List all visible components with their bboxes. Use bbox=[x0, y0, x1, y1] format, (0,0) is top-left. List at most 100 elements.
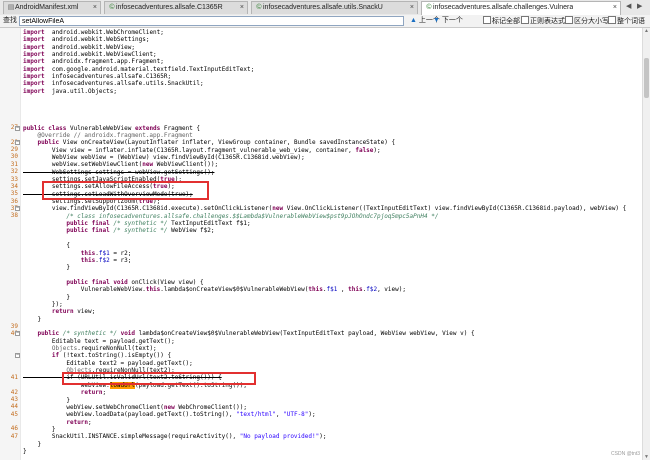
code-line: } bbox=[23, 264, 70, 271]
code-token: webView. bbox=[23, 381, 110, 389]
editor-tab[interactable]: ©infosecadventures.allsafe.C1365R × bbox=[104, 1, 248, 14]
code-token: SnackUtil.INSTANCE.simpleMessage(require… bbox=[23, 433, 240, 441]
line-number: 44 bbox=[10, 403, 18, 411]
tabs-scroll-left-icon[interactable]: ◀ bbox=[626, 2, 631, 10]
vertical-scrollbar[interactable]: ▲ ▼ bbox=[642, 28, 650, 460]
line-number: 41 bbox=[10, 373, 18, 381]
code-line: this.f$2 = r3; bbox=[23, 256, 132, 264]
code-token: .requireNonNull(text); bbox=[77, 345, 157, 353]
code-token: Objects bbox=[51, 345, 78, 353]
checkbox-icon bbox=[565, 16, 573, 24]
code-token: return bbox=[66, 418, 89, 426]
code-token: WebChromeClient()); bbox=[174, 403, 247, 411]
code-token: webView.setWebViewClient( bbox=[23, 161, 143, 169]
code-token: view; bbox=[73, 308, 96, 316]
editor-tab-label: infosecadventures.allsafe.C1365R bbox=[116, 4, 223, 11]
code-token: new bbox=[163, 403, 175, 411]
code-line: View view = inflater.inflate(C1365R.layo… bbox=[23, 147, 381, 154]
close-tab-icon[interactable]: × bbox=[240, 2, 244, 14]
code-token: ); bbox=[153, 198, 161, 206]
code-token: true bbox=[138, 198, 154, 206]
code-editor[interactable]: 2728293031323334353637383940414243444546… bbox=[0, 28, 642, 460]
code-token: WebSettings settings = webView.getSettin… bbox=[23, 168, 215, 176]
code-line: import infosecadventures.allsafe.utils.S… bbox=[23, 80, 204, 87]
line-number: 46 bbox=[10, 425, 18, 433]
code-token: extends bbox=[135, 124, 161, 132]
code-token: onClick(View view) { bbox=[127, 278, 204, 286]
class-file-icon: © bbox=[256, 4, 262, 11]
code-line: } bbox=[23, 448, 27, 455]
gutter-divider bbox=[20, 28, 21, 460]
code-token: } bbox=[23, 425, 56, 433]
code-token: ); bbox=[308, 411, 316, 419]
code-line: settings.setSupportZoom(true); bbox=[23, 198, 160, 205]
whole-word-checkbox[interactable]: 整个词语 bbox=[608, 16, 645, 27]
code-line: webView.loadUrl(payload.getText().toStri… bbox=[23, 381, 247, 389]
mark-all-checkbox[interactable]: 标记全部 bbox=[483, 16, 520, 27]
close-tab-icon[interactable]: × bbox=[410, 2, 414, 14]
code-token: ); bbox=[174, 176, 182, 183]
code-line: settings.setAllowFileAccess(true); bbox=[23, 183, 175, 190]
find-next-button[interactable]: ▼ 下一个 bbox=[433, 16, 463, 26]
code-token: java.util.Objects; bbox=[44, 87, 117, 95]
code-token: }); bbox=[23, 300, 63, 308]
line-number: 47 bbox=[10, 432, 18, 440]
close-tab-icon[interactable]: × bbox=[93, 2, 97, 14]
code-token: infosecadventures.allsafe.utils.SnackUti… bbox=[44, 80, 204, 88]
code-line: } bbox=[23, 441, 41, 448]
find-next-label: 下一个 bbox=[441, 17, 463, 24]
line-number: 34 bbox=[10, 182, 18, 190]
code-token: f$2 bbox=[98, 256, 110, 264]
code-token: android.webkit.WebViewClient; bbox=[44, 51, 157, 59]
code-line: WebView webView = (WebView) view.findVie… bbox=[23, 154, 305, 161]
code-line: import android.webkit.WebChromeClient; bbox=[23, 29, 164, 36]
close-tab-icon[interactable]: × bbox=[613, 2, 617, 14]
code-token: "text/html" bbox=[236, 411, 276, 419]
code-token: f$2 bbox=[366, 286, 378, 294]
code-token: } bbox=[23, 440, 42, 448]
editor-tab-label: infosecadventures.allsafe.challenges.Vul… bbox=[433, 4, 573, 11]
code-token: f$1 bbox=[326, 286, 338, 294]
code-token: } bbox=[23, 293, 70, 301]
code-line: import com.google.android.material.textf… bbox=[23, 66, 254, 73]
code-line: } bbox=[23, 397, 70, 404]
code-line: webView.setWebChromeClient(new WebChrome… bbox=[23, 404, 247, 411]
scroll-down-icon[interactable]: ▼ bbox=[643, 454, 650, 460]
code-line: view.findViewById(C1365R.C1368id.execute… bbox=[23, 205, 626, 212]
editor-tab-label: infosecadventures.allsafe.utils.SnackUti… bbox=[263, 4, 383, 11]
scroll-up-icon[interactable]: ▲ bbox=[643, 28, 650, 34]
line-number: 31 bbox=[10, 160, 18, 168]
editor-tab[interactable]: ▤AndroidManifest.xml × bbox=[3, 1, 101, 14]
editor-tab-label: AndroidManifest.xml bbox=[15, 4, 79, 11]
code-token: public bbox=[37, 330, 60, 338]
code-line: public View onCreateView(LayoutInflater … bbox=[23, 139, 395, 146]
code-token: import bbox=[23, 73, 45, 81]
editor-tab-bar: ▤AndroidManifest.xml × ©infosecadventures.… bbox=[0, 0, 650, 16]
regex-checkbox[interactable]: 正则表达式 bbox=[521, 16, 565, 27]
code-line: import androidx.fragment.app.Fragment; bbox=[23, 58, 164, 65]
code-token: "No payload provided!" bbox=[239, 433, 320, 441]
code-line: @Override // androidx.fragment.app.Fragm… bbox=[23, 132, 192, 139]
editor-tab[interactable]: ©infosecadventures.allsafe.challenges.Vu… bbox=[421, 1, 621, 15]
code-line: Objects.requireNonNull(text2); bbox=[23, 367, 174, 374]
find-input[interactable] bbox=[19, 16, 404, 26]
code-token: ); bbox=[373, 146, 381, 154]
code-token: public class bbox=[23, 124, 67, 132]
code-token: androidx.fragment.app.Fragment; bbox=[44, 58, 164, 66]
code-token: public final bbox=[66, 227, 110, 235]
case-checkbox[interactable]: 区分大小写 bbox=[565, 16, 609, 27]
class-file-icon: © bbox=[109, 4, 115, 11]
code-token: settings.setSupportZoom( bbox=[23, 198, 139, 206]
code-line: return; bbox=[23, 418, 91, 426]
line-number: 36 bbox=[10, 197, 18, 205]
code-line: VulnerableWebView.this.lambda$onCreateVi… bbox=[23, 286, 406, 293]
code-token: android.webkit.WebChromeClient; bbox=[44, 29, 164, 36]
scrollbar-thumb[interactable] bbox=[644, 58, 649, 98]
editor-tab[interactable]: ©infosecadventures.allsafe.utils.SnackUt… bbox=[251, 1, 418, 14]
tabs-scroll-right-icon[interactable]: ▶ bbox=[637, 2, 642, 10]
code-token: import bbox=[23, 43, 45, 51]
code-token: new bbox=[272, 205, 284, 213]
